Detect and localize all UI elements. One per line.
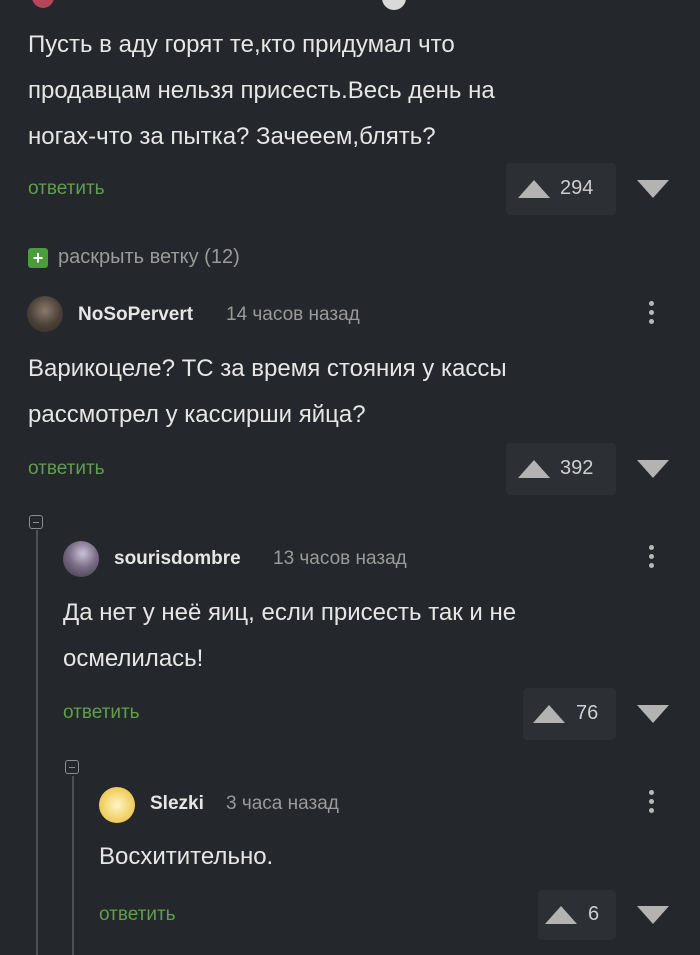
upvote-arrow-icon[interactable]: [545, 906, 577, 924]
comment-line: осмелилась!: [63, 645, 204, 672]
avatar[interactable]: [63, 541, 99, 577]
downvote-arrow-icon[interactable]: [637, 180, 669, 198]
upvote-arrow-icon[interactable]: [518, 180, 550, 198]
comment-line: рассмотрел у кассирши яйца?: [28, 401, 366, 428]
comment-line: Варикоцеле? ТС за время стояния у кассы: [28, 355, 507, 382]
username[interactable]: sourisdombre: [114, 548, 241, 570]
avatar[interactable]: [32, 0, 54, 8]
collapse-thread-icon[interactable]: [65, 760, 79, 774]
comment-body: Пусть в аду горят те,кто придумал что пр…: [28, 22, 688, 160]
comment-body: Восхитительно.: [99, 834, 679, 880]
downvote-arrow-icon[interactable]: [637, 906, 669, 924]
thread-line: [72, 776, 74, 955]
reply-button[interactable]: ответить: [28, 178, 105, 200]
timestamp: 14 часов назад: [226, 304, 360, 325]
comment-body: Варикоцеле? ТС за время стояния у кассы …: [28, 346, 688, 438]
more-options-icon[interactable]: [646, 301, 656, 328]
comment-score: 76: [576, 702, 599, 724]
avatar[interactable]: [99, 787, 135, 823]
comment-score: 392: [560, 457, 594, 479]
comment-body: Да нет у неё яиц, если присесть так и не…: [63, 590, 683, 682]
timestamp: 13 часов назад: [273, 548, 407, 569]
comment-line: Восхитительно.: [99, 843, 274, 870]
avatar[interactable]: [382, 0, 406, 10]
upvote-arrow-icon[interactable]: [518, 460, 550, 478]
downvote-arrow-icon[interactable]: [637, 705, 669, 723]
comment-line: Да нет у неё яиц, если присесть так и не: [63, 599, 517, 626]
downvote-arrow-icon[interactable]: [637, 460, 669, 478]
timestamp: 3 часа назад: [226, 793, 339, 814]
comment-score: 6: [588, 903, 600, 925]
reply-button[interactable]: ответить: [63, 702, 140, 724]
collapse-thread-icon[interactable]: [29, 515, 43, 529]
expand-thread-link[interactable]: раскрыть ветку (12): [58, 246, 240, 269]
comment-line: продавцам нельзя присесть.Весь день на: [28, 77, 495, 104]
reply-button[interactable]: ответить: [99, 904, 176, 926]
expand-thread-icon[interactable]: +: [28, 248, 48, 268]
comment-line: ногах-что за пытка? Зачееем,блять?: [28, 123, 436, 150]
more-options-icon[interactable]: [646, 545, 656, 572]
avatar[interactable]: [27, 296, 63, 332]
thread-line: [36, 530, 38, 955]
comment-line: Пусть в аду горят те,кто придумал что: [28, 31, 455, 58]
more-options-icon[interactable]: [646, 790, 656, 817]
upvote-arrow-icon[interactable]: [533, 705, 565, 723]
username[interactable]: Slezki: [150, 793, 204, 815]
comment-score: 294: [560, 177, 594, 199]
reply-button[interactable]: ответить: [28, 458, 105, 480]
username[interactable]: NoSoPervert: [78, 304, 193, 326]
